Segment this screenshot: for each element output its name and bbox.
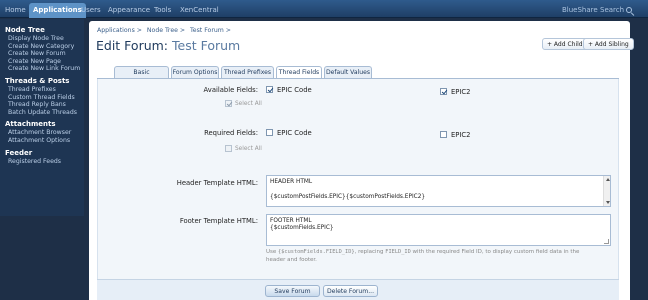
sidebar-item-create-new-page[interactable]: Create New Page <box>0 58 84 66</box>
template-hint-text: Use {$customFields.FIELD_ID}, replacing … <box>266 249 611 264</box>
hint-mid: , replacing <box>354 249 384 255</box>
tab-thread-prefixes[interactable]: Thread Prefixes <box>221 66 274 78</box>
header-line-3: {$customPostFields.EPIC}{$customPostFiel… <box>270 193 426 200</box>
add-child-button[interactable]: + Add Child <box>542 38 588 50</box>
sidebar-item-custom-thread-fields[interactable]: Custom Thread Fields <box>0 94 84 102</box>
search-link[interactable]: Search <box>600 3 633 18</box>
top-navigation: Home Applications Users Appearance Tools… <box>0 0 648 18</box>
add-sibling-button[interactable]: + Add Sibling <box>583 38 634 50</box>
required-select-all-label: Select All <box>235 146 262 152</box>
tab-default-values[interactable]: Default Values <box>324 66 372 78</box>
nav-tab-users[interactable]: Users <box>81 3 101 18</box>
nav-tab-xencentral[interactable]: XenCentral <box>180 3 219 18</box>
page-title-prefix: Edit Forum: <box>96 38 169 53</box>
header-line-2 <box>270 186 607 193</box>
sidebar-item-batch-update-threads[interactable]: Batch Update Threads <box>0 109 84 117</box>
search-label: Search <box>600 6 625 14</box>
save-forum-button[interactable]: Save Forum <box>265 285 320 297</box>
breadcrumb-node-tree[interactable]: Node Tree > <box>147 27 185 34</box>
header-template-label: Header Template HTML: <box>176 179 258 187</box>
sidebar-item-registered-feeds[interactable]: Registered Feeds <box>0 158 84 166</box>
sidebar-item-attachment-browser[interactable]: Attachment Browser <box>0 129 84 137</box>
breadcrumb: Applications > Node Tree > Test Forum > <box>97 27 234 34</box>
page-title-forum-name: Test Forum <box>172 38 241 53</box>
nav-tab-applications[interactable]: Applications <box>29 3 86 18</box>
header-textarea-scrollbar[interactable] <box>603 176 610 206</box>
sidebar-item-thread-prefixes[interactable]: Thread Prefixes <box>0 86 84 94</box>
board-name-link[interactable]: BlueShare <box>562 3 598 18</box>
footer-line-2: {$customFields.EPIC} <box>270 225 334 232</box>
nav-tab-home[interactable]: Home <box>5 3 26 18</box>
sidebar-section-attachments: Attachments <box>5 120 56 129</box>
delete-forum-button[interactable]: Delete Forum... <box>323 285 378 297</box>
sidebar-item-display-node-tree[interactable]: Display Node Tree <box>0 35 84 43</box>
sidebar-section-node-tree: Node Tree <box>5 26 45 34</box>
required-select-all-checkbox[interactable] <box>225 145 232 152</box>
form-area: Available Fields: EPIC Code EPIC2 Select… <box>97 79 619 300</box>
footer-template-textarea[interactable]: FOOTER HTML {$customFields.EPIC} <box>266 214 611 246</box>
sidebar-section-threads-posts: Threads & Posts <box>5 76 70 85</box>
sidebar-item-thread-reply-bans[interactable]: Thread Reply Bans <box>0 101 84 109</box>
page-title: Edit Forum: Test Forum <box>96 38 240 53</box>
hint-use: Use <box>266 249 277 255</box>
main-content: Applications > Node Tree > Test Forum > … <box>89 21 634 300</box>
available-epic2-label: EPIC2 <box>451 88 471 96</box>
required-epic-code-checkbox[interactable] <box>266 129 273 136</box>
sidebar-item-create-new-link-forum[interactable]: Create New Link Forum <box>0 65 84 73</box>
sidebar: Node Tree Display Node Tree Create New C… <box>0 19 84 216</box>
available-select-all-checkbox[interactable] <box>225 100 232 107</box>
nav-tab-tools[interactable]: Tools <box>154 3 171 18</box>
required-epic2-label: EPIC2 <box>451 131 471 139</box>
hint-line2: header and footer. <box>266 256 317 263</box>
available-epic-code-label: EPIC Code <box>277 86 312 94</box>
scroll-up-arrow-icon[interactable] <box>605 178 610 181</box>
sidebar-section-feeder: Feeder <box>5 148 33 157</box>
required-epic2-checkbox[interactable] <box>440 131 447 138</box>
scroll-down-arrow-icon[interactable] <box>605 201 610 204</box>
tab-basic-information[interactable]: Basic Information <box>114 66 169 87</box>
nav-tab-appearance[interactable]: Appearance <box>108 3 150 18</box>
available-epic-code-checkbox[interactable] <box>266 86 273 93</box>
available-epic2-checkbox[interactable] <box>440 88 447 95</box>
footer-template-label: Footer Template HTML: <box>179 217 258 225</box>
search-icon <box>626 7 633 13</box>
breadcrumb-test-forum[interactable]: Test Forum > <box>190 27 231 34</box>
header-line-1: HEADER HTML <box>270 179 313 185</box>
required-epic-code-label: EPIC Code <box>277 129 312 137</box>
sidebar-item-attachment-options[interactable]: Attachment Options <box>0 137 84 145</box>
breadcrumb-applications[interactable]: Applications > <box>97 27 142 34</box>
resize-handle-icon[interactable] <box>604 239 609 244</box>
available-select-all-label: Select All <box>235 101 262 107</box>
hint-code-field: {$customFields.FIELD_ID} <box>278 249 355 255</box>
tab-forum-options[interactable]: Forum Options <box>171 66 219 78</box>
footer-line-1: FOOTER HTML <box>270 218 312 224</box>
sidebar-item-create-new-category[interactable]: Create New Category <box>0 43 84 51</box>
available-fields-label: Available Fields: <box>203 86 258 94</box>
hint-end: with the required Field ID, to display c… <box>412 249 580 255</box>
hint-code-field-id: FIELD_ID <box>385 249 411 255</box>
header-template-textarea[interactable]: HEADER HTML {$customPostFields.EPIC}{$cu… <box>266 175 611 207</box>
sidebar-item-create-new-forum[interactable]: Create New Forum <box>0 50 84 58</box>
required-fields-label: Required Fields: <box>204 129 258 137</box>
